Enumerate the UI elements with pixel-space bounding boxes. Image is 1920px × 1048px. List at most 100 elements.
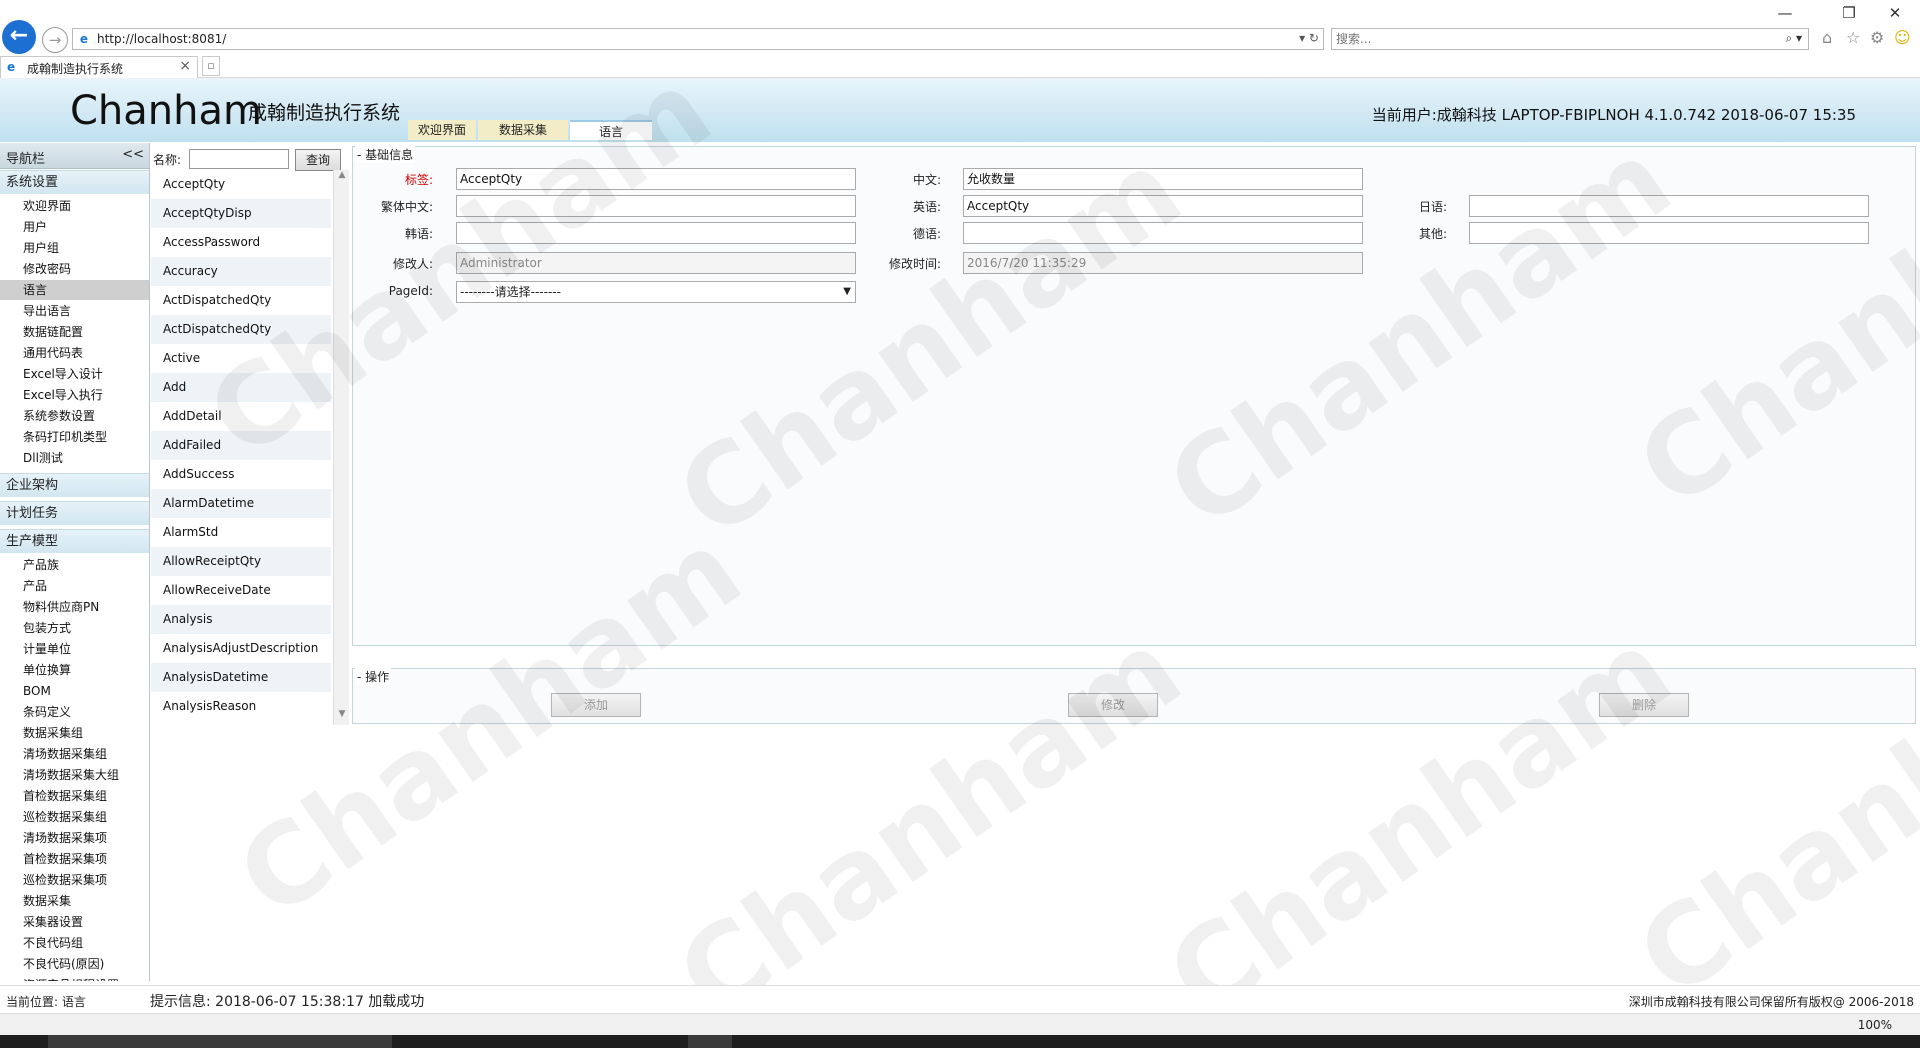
korean-field[interactable] <box>456 222 856 244</box>
list-item[interactable]: Add <box>151 373 331 402</box>
address-bar[interactable]: e http://localhost:8081/ ▾ ↻ <box>72 28 1324 50</box>
sidebar-group[interactable]: 生产模型 <box>0 529 149 553</box>
chevron-down-icon[interactable]: ▼ <box>843 282 851 302</box>
favorites-star-icon[interactable]: ☆ <box>1846 28 1860 47</box>
new-tab-button[interactable]: ▫ <box>202 56 220 76</box>
back-arrow-icon[interactable]: ← <box>2 20 36 54</box>
sidebar-group[interactable]: 计划任务 <box>0 501 149 525</box>
operations-legend[interactable]: - 操作 <box>355 668 392 685</box>
sidebar-item[interactable]: 条码打印机类型 <box>23 427 107 447</box>
list-item[interactable]: ActDispatchedQty <box>151 315 331 344</box>
list-item[interactable]: AddFailed <box>151 431 331 460</box>
sidebar-item[interactable]: 采集器设置 <box>23 912 83 932</box>
sidebar-item[interactable]: 系统参数设置 <box>23 406 95 426</box>
list-item[interactable]: Accuracy <box>151 257 331 286</box>
sidebar-item[interactable]: 清场数据采集组 <box>23 744 107 764</box>
tab-welcome[interactable]: 欢迎界面 <box>408 120 476 140</box>
smiley-feedback-icon[interactable]: ☺ <box>1894 28 1911 47</box>
sidebar-item[interactable]: 清场数据采集大组 <box>23 765 119 785</box>
list-item[interactable]: Analysis <box>151 605 331 634</box>
sidebar-item[interactable]: 用户组 <box>23 238 59 258</box>
sidebar-item[interactable]: 资源产品规程设置 <box>23 975 119 981</box>
sidebar-group[interactable]: 系统设置 <box>0 170 149 194</box>
list-item[interactable]: AllowReceiveDate <box>151 576 331 605</box>
list-item[interactable]: AddSuccess <box>151 460 331 489</box>
browser-tab[interactable]: e 成翰制造执行系统 × <box>0 56 198 78</box>
add-button[interactable]: 添加 <box>551 693 641 717</box>
list-item[interactable]: AlarmStd <box>151 518 331 547</box>
browser-search-input[interactable] <box>1336 31 1736 47</box>
basic-info-legend[interactable]: - 基础信息 <box>355 146 416 163</box>
list-item[interactable]: AnalysisReason <box>151 692 331 721</box>
query-button[interactable]: 查询 <box>295 149 341 171</box>
forward-arrow-icon[interactable]: → <box>42 27 68 53</box>
list-item[interactable]: AnalysisAdjustDescription <box>151 634 331 663</box>
list-item[interactable]: Active <box>151 344 331 373</box>
sidebar-group[interactable]: 企业架构 <box>0 473 149 497</box>
list-item[interactable]: AnalysisDatetime <box>151 663 331 692</box>
sidebar-item[interactable]: 数据采集组 <box>23 723 83 743</box>
pageid-select[interactable]: --------请选择------- ▼ <box>456 281 856 303</box>
sidebar-item[interactable]: 首检数据采集项 <box>23 849 107 869</box>
sidebar-item[interactable]: 修改密码 <box>23 259 71 279</box>
list-item[interactable]: AddDetail <box>151 402 331 431</box>
taskbar-segment[interactable] <box>48 1035 392 1048</box>
tag-field[interactable]: AcceptQty <box>456 168 856 190</box>
sidebar-item[interactable]: 欢迎界面 <box>23 196 71 216</box>
sidebar-item[interactable]: 单位换算 <box>23 660 71 680</box>
sidebar-item[interactable]: 语言 <box>0 280 149 300</box>
scroll-down-icon[interactable]: ▼ <box>334 709 350 725</box>
close-window-icon[interactable]: ✕ <box>1880 4 1910 22</box>
list-item[interactable]: AcceptQty <box>151 170 331 199</box>
sidebar-item[interactable]: 巡检数据采集项 <box>23 870 107 890</box>
list-item[interactable]: AllowReceiptQty <box>151 547 331 576</box>
search-icon[interactable]: ⌕ ▾ <box>1785 31 1802 46</box>
japanese-field[interactable] <box>1469 195 1869 217</box>
list-item[interactable]: AcceptQtyDisp <box>151 199 331 228</box>
german-field[interactable] <box>963 222 1363 244</box>
name-search-input[interactable] <box>189 149 289 169</box>
zoom-level[interactable]: 100% <box>1858 1018 1892 1032</box>
sidebar-item[interactable]: 物料供应商PN <box>23 597 99 617</box>
sidebar-item[interactable]: 不良代码(原因) <box>23 954 104 974</box>
other-field[interactable] <box>1469 222 1869 244</box>
chinese-field[interactable]: 允收数量 <box>963 168 1363 190</box>
sidebar-item[interactable]: 通用代码表 <box>23 343 83 363</box>
sidebar-item[interactable]: 巡检数据采集组 <box>23 807 107 827</box>
close-tab-icon[interactable]: × <box>179 58 191 74</box>
sidebar-item[interactable]: 导出语言 <box>23 301 71 321</box>
list-item[interactable]: AlarmDatetime <box>151 489 331 518</box>
sidebar-item[interactable]: Excel导入执行 <box>23 385 103 405</box>
browser-search-box[interactable]: ⌕ ▾ <box>1331 28 1809 50</box>
delete-button[interactable]: 删除 <box>1599 693 1689 717</box>
sidebar-item[interactable]: 数据采集 <box>23 891 71 911</box>
home-icon[interactable]: ⌂ <box>1822 28 1832 47</box>
sidebar-item[interactable]: 首检数据采集组 <box>23 786 107 806</box>
list-item[interactable]: AccessPassword <box>151 228 331 257</box>
sidebar-item[interactable]: 不良代码组 <box>23 933 83 953</box>
minimize-icon[interactable]: — <box>1770 4 1800 22</box>
scroll-up-icon[interactable]: ▲ <box>334 170 350 186</box>
traditional-chinese-field[interactable] <box>456 195 856 217</box>
english-field[interactable]: AcceptQty <box>963 195 1363 217</box>
sidebar-item[interactable]: 数据链配置 <box>23 322 83 342</box>
sidebar-item[interactable]: Dll测试 <box>23 448 63 468</box>
edit-button[interactable]: 修改 <box>1068 693 1158 717</box>
gear-icon[interactable]: ⚙ <box>1870 28 1884 47</box>
sidebar-item[interactable]: 计量单位 <box>23 639 71 659</box>
sidebar-item[interactable]: 产品族 <box>23 555 59 575</box>
sidebar-item[interactable]: BOM <box>23 681 51 701</box>
list-scrollbar[interactable]: ▲ ▼ <box>333 170 349 725</box>
tab-data-collection[interactable]: 数据采集 <box>478 120 568 140</box>
sidebar-item[interactable]: 产品 <box>23 576 47 596</box>
sidebar-item[interactable]: 包装方式 <box>23 618 71 638</box>
list-item[interactable]: ActDispatchedQty <box>151 286 331 315</box>
sidebar-item[interactable]: 用户 <box>23 217 47 237</box>
url-text[interactable]: http://localhost:8081/ <box>97 32 226 46</box>
taskbar-segment[interactable] <box>688 1035 732 1048</box>
sidebar-item[interactable]: Excel导入设计 <box>23 364 103 384</box>
sidebar-item[interactable]: 清场数据采集项 <box>23 828 107 848</box>
tab-language[interactable]: 语言 <box>570 120 652 140</box>
collapse-sidebar-button[interactable]: << <box>122 147 144 162</box>
sidebar-item[interactable]: 条码定义 <box>23 702 71 722</box>
